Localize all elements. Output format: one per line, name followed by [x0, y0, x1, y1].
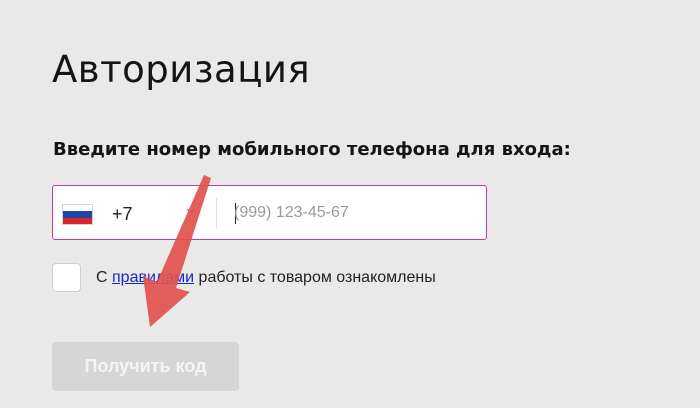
chevron-down-icon[interactable] [185, 205, 197, 217]
agreement-suffix: работы с товаром ознакомлены [198, 269, 436, 286]
russia-flag-icon[interactable] [62, 204, 93, 225]
get-code-button[interactable]: Получить код [52, 342, 239, 391]
agreement-text: С правилами работы с товаром ознакомлены [96, 269, 436, 287]
page-title: Авторизация [52, 48, 311, 91]
field-divider [216, 198, 217, 229]
phone-input[interactable] [234, 196, 474, 230]
phone-prompt: Введите номер мобильного телефона для вх… [53, 139, 571, 160]
rules-link[interactable]: правилами [112, 269, 194, 286]
agreement-prefix: С [96, 269, 108, 286]
country-code[interactable]: +7 [112, 204, 133, 225]
agreement-checkbox[interactable] [52, 263, 81, 292]
phone-field[interactable]: +7 [52, 185, 487, 240]
